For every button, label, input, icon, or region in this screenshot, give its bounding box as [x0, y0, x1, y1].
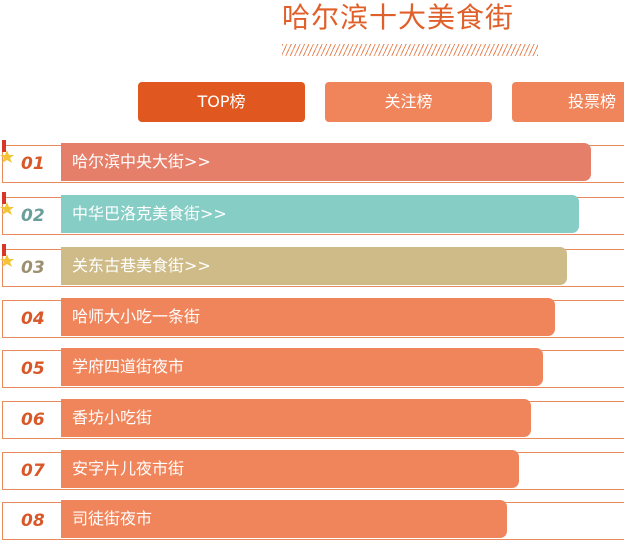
rank-number: 06	[21, 410, 45, 430]
item-link[interactable]: 哈尔滨中央大街>>	[61, 143, 591, 181]
list-item[interactable]: 06 香坊小吃街	[2, 399, 624, 439]
list-item[interactable]: 02 中华巴洛克美食街>>	[0, 192, 624, 235]
medal-icon	[0, 244, 14, 267]
rank-number: 08	[21, 511, 45, 531]
title-underline-decoration	[282, 44, 538, 56]
medal-icon	[0, 140, 14, 163]
list-item[interactable]: 07 安字片儿夜市街	[2, 450, 624, 490]
medal-icon	[0, 192, 14, 215]
item-link[interactable]: 中华巴洛克美食街>>	[61, 195, 579, 233]
rank-number: 02	[21, 206, 45, 226]
item-link[interactable]: 关东古巷美食街>>	[61, 247, 567, 285]
list-item[interactable]: 04 哈师大小吃一条街	[2, 298, 624, 338]
item-link[interactable]: 安字片儿夜市街	[61, 450, 519, 488]
list-item[interactable]: 05 学府四道街夜市	[2, 348, 624, 388]
tab-follow[interactable]: 关注榜	[325, 82, 492, 122]
rank-number: 05	[21, 359, 45, 379]
tab-top[interactable]: TOP榜	[138, 82, 305, 122]
list-item[interactable]: 03 关东古巷美食街>>	[0, 244, 624, 287]
item-link[interactable]: 哈师大小吃一条街	[61, 298, 555, 336]
item-link[interactable]: 香坊小吃街	[61, 399, 531, 437]
item-link[interactable]: 学府四道街夜市	[61, 348, 543, 386]
list-item[interactable]: 08 司徒街夜市	[2, 500, 624, 540]
rank-number: 07	[21, 461, 45, 481]
rank-number: 04	[21, 309, 45, 329]
rank-number: 01	[21, 154, 45, 174]
item-link[interactable]: 司徒街夜市	[61, 500, 507, 538]
rank-number: 03	[21, 258, 45, 278]
tab-vote[interactable]: 投票榜	[512, 82, 624, 122]
page-title: 哈尔滨十大美食街	[282, 1, 515, 34]
list-item[interactable]: 01 哈尔滨中央大街>>	[0, 140, 624, 183]
